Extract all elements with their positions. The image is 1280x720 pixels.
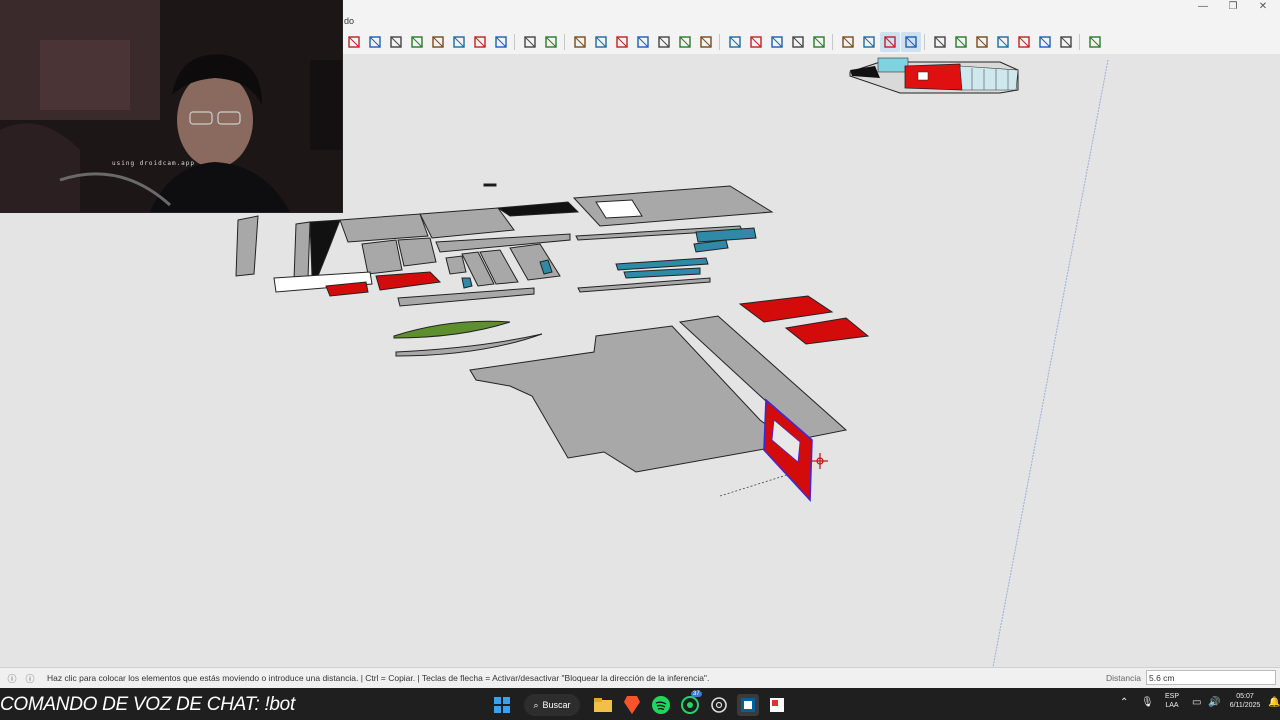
position-camera-icon[interactable]: [541, 32, 561, 52]
window-title: do: [344, 16, 355, 26]
language-sub: LAA: [1165, 702, 1179, 709]
front-view-icon[interactable]: [612, 32, 632, 52]
smoove-icon[interactable]: [951, 32, 971, 52]
toolbar-separator: [564, 34, 565, 50]
main-toolbar: [340, 30, 1280, 55]
tape-icon[interactable]: [788, 32, 808, 52]
shaded-icon[interactable]: [901, 32, 921, 52]
status-message: Haz clic para colocar los elementos que …: [47, 673, 710, 683]
webcam-label: using droidcam.app: [112, 160, 196, 167]
move-icon[interactable]: [365, 32, 385, 52]
webcam-overlay: using droidcam.app: [0, 0, 343, 213]
toolbar-separator: [514, 34, 515, 50]
distance-input[interactable]: 5.6 cm: [1146, 670, 1276, 685]
blue-axis: [992, 59, 1109, 668]
minimize-button[interactable]: —: [1188, 0, 1218, 14]
windows-start-icon[interactable]: [491, 694, 513, 716]
network-icon[interactable]: ▭: [1192, 698, 1201, 708]
section-cut-icon[interactable]: [520, 32, 540, 52]
chevron-up-icon[interactable]: ⌃: [1120, 698, 1128, 708]
move-cursor-icon: [812, 453, 828, 469]
group-icon[interactable]: [746, 32, 766, 52]
terrain-icon[interactable]: [1056, 32, 1076, 52]
brave-browser-icon[interactable]: [621, 694, 643, 716]
component-icon[interactable]: [725, 32, 745, 52]
top-view-icon[interactable]: [591, 32, 611, 52]
rotate-icon[interactable]: [344, 32, 364, 52]
chatgpt-icon[interactable]: [708, 694, 730, 716]
toolbar-separator: [719, 34, 720, 50]
volume-icon[interactable]: 🔊: [1208, 698, 1220, 708]
info-icon[interactable]: ⓘ: [6, 672, 18, 684]
status-bar: ⓘ ⓘ Haz clic para colocar los elementos …: [0, 667, 1280, 688]
search-label: Buscar: [542, 700, 571, 710]
language-code: ESP: [1164, 693, 1179, 700]
extension-logo-icon[interactable]: [1085, 32, 1105, 52]
toolbar-separator: [832, 34, 833, 50]
whatsapp-badge: 37: [691, 691, 702, 697]
paint-icon[interactable]: [767, 32, 787, 52]
pushpull-icon[interactable]: [386, 32, 406, 52]
notification-bell-icon[interactable]: 🔔: [1268, 698, 1280, 708]
search-icon: ⌕: [533, 699, 539, 710]
chat-command-overlay: COMANDO DE VOZ DE CHAT: !bot: [0, 694, 295, 715]
clock[interactable]: 05:07 6/11/2025: [1222, 692, 1268, 710]
sandbox-icon[interactable]: [930, 32, 950, 52]
section-plane-icon[interactable]: [470, 32, 490, 52]
clock-time: 05:07: [1236, 693, 1254, 700]
drape-icon[interactable]: [993, 32, 1013, 52]
back-view-icon[interactable]: [654, 32, 674, 52]
section-display-icon[interactable]: [491, 32, 511, 52]
clock-date: 6/11/2025: [1229, 702, 1261, 709]
wireframe-icon[interactable]: [859, 32, 879, 52]
stamp-icon[interactable]: [972, 32, 992, 52]
sketchup-icon[interactable]: [737, 694, 759, 716]
zoom-extents-icon[interactable]: [428, 32, 448, 52]
inference-line: [719, 473, 791, 497]
zoom-icon[interactable]: [407, 32, 427, 52]
outliner-icon[interactable]: [809, 32, 829, 52]
flip-edge-icon[interactable]: [1035, 32, 1055, 52]
iso-view-icon[interactable]: [570, 32, 590, 52]
file-explorer-icon[interactable]: [592, 694, 614, 716]
webcam-image: [0, 0, 342, 212]
bottom-view-icon[interactable]: [696, 32, 716, 52]
toolbar-separator: [1079, 34, 1080, 50]
whatsapp-icon[interactable]: 37: [679, 691, 702, 716]
close-button[interactable]: ✕: [1248, 0, 1278, 14]
right-view-icon[interactable]: [633, 32, 653, 52]
add-detail-icon[interactable]: [1014, 32, 1034, 52]
distance-label: Distancia: [1106, 673, 1141, 683]
taskbar-search[interactable]: ⌕ Buscar: [524, 694, 580, 716]
building-model: [849, 57, 1019, 94]
spotify-icon[interactable]: [650, 694, 672, 716]
language-indicator[interactable]: ESP LAA: [1160, 692, 1184, 710]
green-curve: [393, 320, 511, 339]
toolbar-separator: [924, 34, 925, 50]
layout-icon[interactable]: [766, 694, 788, 716]
maximize-button[interactable]: ❐: [1218, 0, 1248, 14]
hidden-line-icon[interactable]: [880, 32, 900, 52]
xray-icon[interactable]: [838, 32, 858, 52]
microphone-icon[interactable]: 🎙: [1141, 698, 1154, 708]
help-icon[interactable]: ⓘ: [24, 672, 36, 684]
orbit-icon[interactable]: [449, 32, 469, 52]
left-view-icon[interactable]: [675, 32, 695, 52]
